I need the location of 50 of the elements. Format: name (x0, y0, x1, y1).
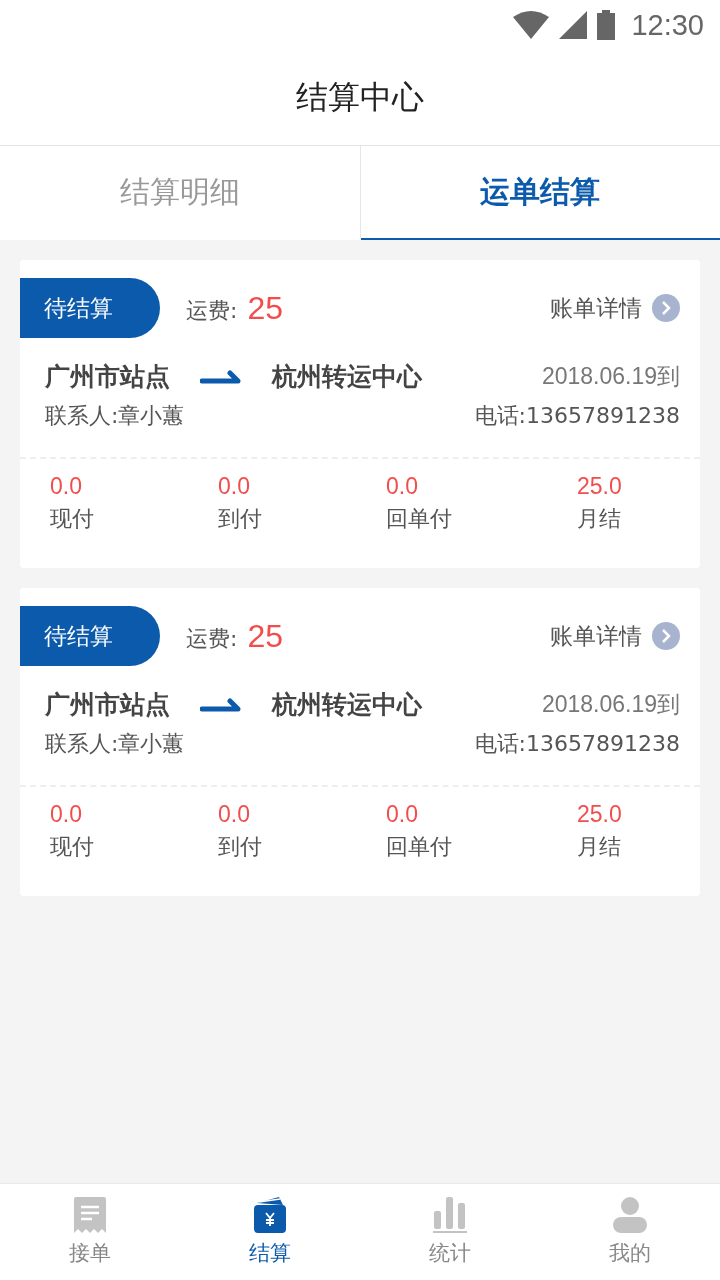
amount-label: 现付 (50, 505, 94, 533)
status-badge: 待结算 (20, 278, 160, 338)
origin: 广州市站点 (45, 689, 170, 721)
amount-label: 到付 (218, 833, 262, 861)
amount-label: 到付 (218, 505, 262, 533)
chevron-right-icon[interactable] (652, 622, 680, 650)
battery-icon (597, 10, 616, 40)
amount-value: 0.0 (50, 473, 82, 500)
amount-value: 0.0 (386, 473, 418, 500)
amount-value: 0.0 (50, 801, 82, 828)
nav-item[interactable]: 统计 (360, 1184, 540, 1280)
amount-label: 回单付 (386, 833, 452, 861)
nav-item[interactable]: 结算 (180, 1184, 360, 1280)
bar-chart-icon (433, 1197, 467, 1233)
status-time: 12:30 (631, 8, 704, 42)
amount-label: 月结 (577, 505, 621, 533)
fee-label: 运费: (186, 625, 238, 653)
phone-number: 电话:13657891238 (474, 402, 680, 430)
amount-value: 25.0 (577, 801, 622, 828)
fee-label: 运费: (186, 297, 238, 325)
chevron-right-icon[interactable] (652, 294, 680, 322)
page-title: 结算中心 (296, 76, 424, 118)
fee-value: 25 (247, 617, 283, 655)
origin: 广州市站点 (45, 361, 170, 393)
person-icon (613, 1197, 647, 1233)
arrival-date: 2018.06.19到 (541, 690, 680, 719)
fee-value: 25 (247, 289, 283, 327)
amount-value: 0.0 (386, 801, 418, 828)
nav-item[interactable]: 我的 (540, 1184, 720, 1280)
destination: 杭州转运中心 (272, 689, 422, 721)
receipt-icon (74, 1197, 106, 1233)
nav-item[interactable]: 接单 (0, 1184, 180, 1280)
contact-name: 联系人:章小蕙 (45, 730, 185, 758)
amount-value: 25.0 (577, 473, 622, 500)
wifi-icon (513, 11, 550, 39)
status-badge: 待结算 (20, 606, 160, 666)
contact-name: 联系人:章小蕙 (45, 402, 185, 430)
phone-number: 电话:13657891238 (474, 730, 680, 758)
destination: 杭州转运中心 (272, 361, 422, 393)
bill-detail-link[interactable]: 账单详情 (550, 620, 642, 652)
amount-label: 回单付 (386, 505, 452, 533)
amount-label: 现付 (50, 833, 94, 861)
signal-icon (559, 11, 588, 39)
amount-label: 月结 (577, 833, 621, 861)
wallet-icon (253, 1197, 287, 1233)
bill-detail-link[interactable]: 账单详情 (550, 292, 642, 324)
arrival-date: 2018.06.19到 (541, 362, 680, 391)
tab[interactable]: 运单结算 (360, 146, 720, 240)
amount-value: 0.0 (218, 801, 250, 828)
amount-value: 0.0 (218, 473, 250, 500)
